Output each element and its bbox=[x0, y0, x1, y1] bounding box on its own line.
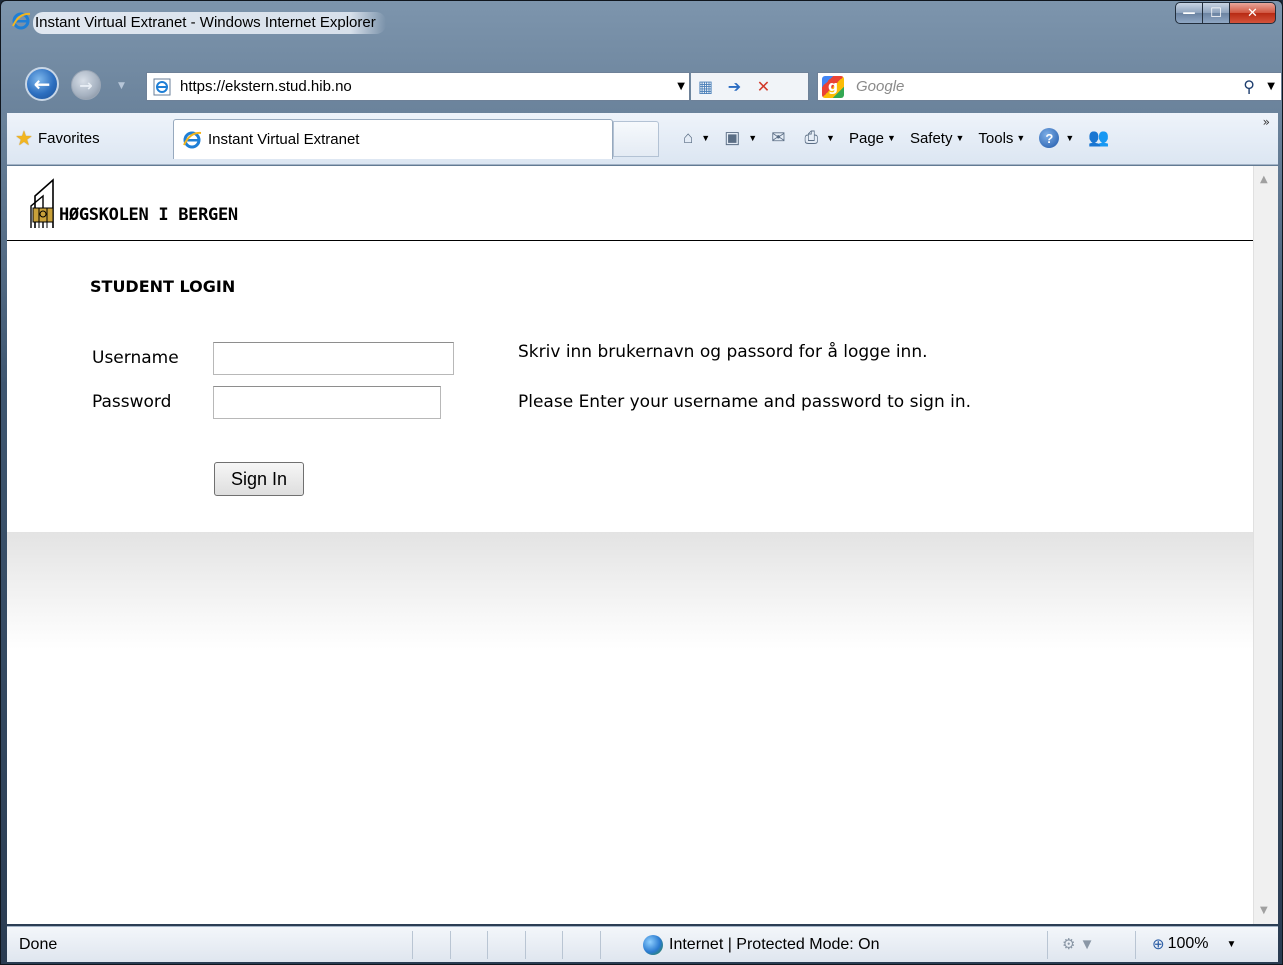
go-icon[interactable]: ➔ bbox=[720, 73, 749, 100]
back-icon: ← bbox=[33, 72, 51, 96]
feeds-icon: ▣ bbox=[724, 128, 741, 147]
zoom-icon: ⊕ bbox=[1152, 936, 1165, 953]
recent-pages-dropdown[interactable]: ▼ bbox=[118, 81, 128, 91]
status-text: Done bbox=[19, 936, 58, 953]
status-separator bbox=[487, 931, 488, 959]
browser-window: Instant Virtual Extranet - Windows Inter… bbox=[0, 0, 1283, 965]
page-content: HØGSKOLEN I BERGEN STUDENT LOGIN Usernam… bbox=[7, 166, 1278, 924]
zoom-control[interactable]: ⊕ 100% ▼ bbox=[1152, 935, 1236, 953]
favorites-button[interactable]: ★ Favorites bbox=[15, 123, 100, 153]
username-input[interactable] bbox=[213, 342, 454, 375]
tab-label: Instant Virtual Extranet bbox=[208, 131, 360, 148]
tools-menu[interactable]: Tools ▼ bbox=[978, 130, 1025, 147]
page-header: HØGSKOLEN I BERGEN bbox=[7, 166, 1253, 241]
page-menu-label: Page bbox=[848, 129, 885, 147]
sign-in-button[interactable]: Sign In bbox=[214, 462, 304, 496]
print-button[interactable]: ⎙ ▼ bbox=[804, 128, 835, 148]
forward-button[interactable]: → bbox=[71, 70, 101, 100]
toolbar-overflow-icon[interactable]: » bbox=[1263, 115, 1270, 129]
url-text[interactable]: https://ekstern.stud.hib.no bbox=[180, 78, 352, 95]
page-menu[interactable]: Page ▼ bbox=[849, 130, 896, 147]
page-footer-band bbox=[7, 532, 1253, 924]
safety-menu-label: Safety bbox=[909, 129, 953, 147]
status-separator bbox=[562, 931, 563, 959]
help-menu[interactable]: ? ▼ bbox=[1039, 128, 1074, 148]
scroll-down-icon[interactable]: ▼ bbox=[1260, 905, 1268, 916]
minimize-button[interactable]: — bbox=[1175, 2, 1203, 24]
forward-icon: → bbox=[79, 75, 93, 95]
instruction-en: Please Enter your username and password … bbox=[518, 392, 972, 412]
page-icon bbox=[153, 78, 171, 96]
research-icon: 👥 bbox=[1088, 128, 1110, 147]
feeds-button[interactable]: ▣ ▼ bbox=[724, 128, 757, 148]
stop-icon[interactable]: ✕ bbox=[749, 73, 778, 100]
window-title: Instant Virtual Extranet - Windows Inter… bbox=[33, 12, 386, 34]
safety-menu[interactable]: Safety ▼ bbox=[910, 130, 964, 147]
security-icon[interactable]: ⚙ ▼ bbox=[1062, 935, 1094, 953]
status-separator bbox=[450, 931, 451, 959]
password-input[interactable] bbox=[213, 386, 441, 419]
ie-icon bbox=[12, 12, 31, 30]
address-actions: ▦ ➔ ✕ bbox=[691, 72, 809, 101]
new-tab-button[interactable] bbox=[613, 121, 659, 157]
school-logo: HØGSKOLEN I BERGEN bbox=[29, 176, 238, 230]
search-box[interactable]: g Google ⚲ ▼ bbox=[817, 72, 1282, 101]
tools-menu-label: Tools bbox=[978, 129, 1014, 147]
research-button[interactable]: 👥 bbox=[1088, 128, 1114, 148]
status-separator bbox=[600, 931, 601, 959]
search-placeholder[interactable]: Google bbox=[856, 78, 904, 95]
zoom-level: 100% bbox=[1167, 935, 1209, 952]
search-icon[interactable]: ⚲ bbox=[1243, 77, 1255, 96]
vertical-scrollbar[interactable]: ▲ ▼ bbox=[1253, 166, 1278, 924]
search-dropdown-icon[interactable]: ▼ bbox=[1267, 81, 1275, 92]
login-title: STUDENT LOGIN bbox=[90, 277, 236, 296]
favorites-label: Favorites bbox=[37, 129, 100, 147]
ie-icon bbox=[183, 131, 202, 148]
zone-text: Internet | Protected Mode: On bbox=[669, 936, 880, 953]
username-label: Username bbox=[92, 348, 179, 368]
read-mail-button[interactable]: ✉ bbox=[771, 128, 790, 148]
help-icon: ? bbox=[1039, 128, 1060, 148]
school-logo-icon bbox=[30, 178, 54, 228]
school-name: HØGSKOLEN I BERGEN bbox=[59, 205, 238, 225]
maximize-button[interactable]: ☐ bbox=[1203, 2, 1230, 24]
password-label: Password bbox=[92, 392, 172, 412]
mail-icon: ✉ bbox=[771, 128, 786, 147]
status-separator bbox=[1047, 931, 1048, 959]
close-button[interactable]: ✕ bbox=[1230, 2, 1276, 24]
compat-icon[interactable]: ▦ bbox=[691, 73, 720, 100]
command-bar: ★ Favorites Instant Virtual Extranet ⌂ ▼ … bbox=[7, 113, 1278, 165]
status-bar: Done Internet | Protected Mode: On ⚙ ▼ ⊕… bbox=[7, 926, 1278, 962]
address-bar[interactable]: https://ekstern.stud.hib.no ▼ bbox=[146, 72, 690, 101]
home-button[interactable]: ⌂ ▼ bbox=[683, 128, 710, 148]
google-icon: g bbox=[822, 76, 844, 98]
security-zone[interactable]: Internet | Protected Mode: On bbox=[643, 935, 880, 955]
tab-instant-virtual-extranet[interactable]: Instant Virtual Extranet bbox=[173, 119, 613, 159]
toolbar-right: ⌂ ▼ ▣ ▼ ✉ ⎙ ▼ Page ▼ Safety ▼ Tools ▼ ? ▼ 👥 bbox=[683, 125, 1128, 151]
globe-icon bbox=[643, 935, 663, 955]
zoom-dropdown-icon[interactable]: ▼ bbox=[1227, 939, 1237, 950]
home-icon: ⌂ bbox=[683, 128, 694, 147]
print-icon: ⎙ bbox=[804, 128, 819, 147]
instruction-no: Skriv inn brukernavn og passord for å lo… bbox=[518, 342, 928, 362]
scroll-up-icon[interactable]: ▲ bbox=[1260, 174, 1268, 185]
status-separator bbox=[525, 931, 526, 959]
status-separator bbox=[1135, 931, 1136, 959]
window-controls: — ☐ ✕ bbox=[1175, 2, 1276, 24]
title-bar: Instant Virtual Extranet - Windows Inter… bbox=[7, 9, 1107, 34]
back-button[interactable]: ← bbox=[25, 67, 59, 101]
status-separator bbox=[412, 931, 413, 959]
address-dropdown-icon[interactable]: ▼ bbox=[677, 81, 685, 92]
favorites-star-icon: ★ bbox=[15, 127, 33, 150]
